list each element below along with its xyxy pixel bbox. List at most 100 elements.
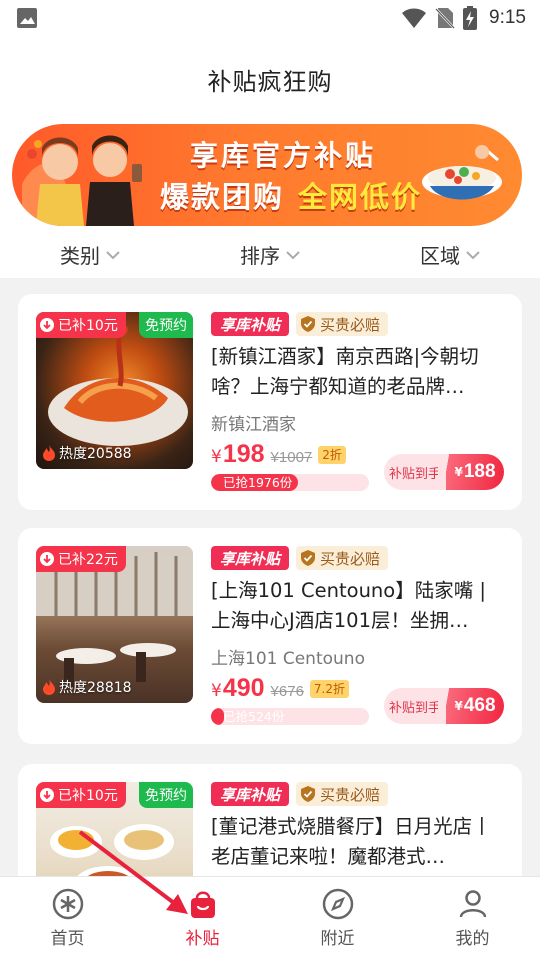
filter-region-label: 区域 [420,243,460,268]
subsidy-bag-icon [190,891,215,918]
gallery-notification-icon [17,8,37,28]
price-row: ¥ 198 ¥1007 2折 [211,440,346,469]
down-arrow-icon [40,318,54,332]
down-arrow-icon [40,788,54,802]
filter-bar: 类别 排序 区域 [0,230,540,278]
banner-container: 享库官方补贴 爆款团购 全网低价 [0,122,540,230]
banner-illustration-icon [22,135,142,226]
booking-tag: 免预约 [139,312,193,338]
brand-badge: 享库补贴 [211,546,289,570]
currency-symbol: ¥ [454,699,463,713]
guarantee-label: 买贵必赔 [320,785,381,804]
filter-region[interactable]: 区域 [360,230,540,278]
buy-button-label: 补贴到手 [384,454,446,490]
buy-button-label: 补贴到手 [384,688,446,724]
nav-profile-label: 我的 [455,929,490,949]
chevron-down-icon [106,251,120,260]
brand-badge: 享库补贴 [211,312,289,336]
currency-symbol: ¥ [211,681,222,701]
deal-card[interactable]: 已补10元 免预约 热度20588 享库补贴 买贵必赔 [新镇江酒家】南京西路|… [18,294,522,510]
guarantee-badge: 买贵必赔 [296,546,389,570]
discount-badge: 2折 [318,445,346,464]
deal-title: [董记港式烧腊餐厅】日月光店丨老店董记来啦！魔都港式… [211,815,492,868]
subsidy-tag: 已补22元 [36,546,126,572]
deal-title: [上海101 Centouno】陆家嘴 | 上海中心J酒店101层！坐拥… [211,579,486,632]
buy-button-price: ¥188 [438,454,504,490]
profile-icon [459,890,486,918]
compass-icon [322,888,353,920]
banner-headline: 享库官方补贴 [190,139,377,172]
filter-sort-label: 排序 [240,243,280,268]
deal-image: 已补10元 免预约 热度20588 [36,312,193,469]
subsidy-tag-label: 已补10元 [58,788,118,804]
banner-highlight: 全网低价 [298,180,423,214]
shop-name: 上海101 Centouno [211,649,365,669]
deal-price: 490 [222,674,265,702]
nav-nearby-label: 附近 [320,929,355,949]
currency-symbol: ¥ [454,465,463,479]
subsidy-tag-label: 已补22元 [58,552,118,568]
price-row: ¥ 490 ¥676 7.2折 [211,674,350,703]
shield-check-icon [301,786,315,802]
currency-symbol: ¥ [211,447,222,467]
nav-subsidy-label: 补贴 [185,929,220,949]
heat-value: 热度28818 [59,680,132,696]
wifi-icon [402,8,427,28]
guarantee-label: 买贵必赔 [320,549,381,568]
sold-count: 已抢524份 [223,709,285,724]
deal-image: 已补22元 热度28818 [36,546,193,703]
food-bowl-icon [422,145,502,200]
filter-category[interactable]: 类别 [0,230,180,278]
flame-icon [43,679,55,695]
booking-tag: 免预约 [139,782,193,808]
buy-button-price: ¥468 [438,688,504,724]
battery-charging-icon [463,6,478,30]
discount-badge: 7.2折 [309,679,350,698]
original-price: ¥676 [270,683,304,700]
nav-nearby[interactable]: 附近 [270,877,405,960]
status-bar: 9:15 [0,0,540,36]
bottom-nav: 首页 补贴 附近 我的 [0,876,540,960]
subsidy-tag-label: 已补10元 [58,318,118,334]
banner-subheadline: 爆款团购 全网低价 [160,174,422,216]
filter-sort[interactable]: 排序 [180,230,360,278]
heat-indicator: 热度20588 [42,443,132,463]
home-icon [52,888,83,920]
final-price: 188 [463,461,496,482]
heat-indicator: 热度28818 [42,677,132,697]
page-header: 补贴疯狂购 [0,36,540,122]
guarantee-badge: 买贵必赔 [296,782,389,806]
deal-card[interactable]: 已补22元 热度28818 享库补贴 买贵必赔 [上海101 Centouno】… [18,528,522,744]
page-title: 补贴疯狂购 [207,67,333,96]
nav-home[interactable]: 首页 [0,877,135,960]
chevron-down-icon [286,251,300,260]
sold-progress-fill [211,708,224,725]
nav-profile[interactable]: 我的 [405,877,540,960]
shield-check-icon [301,316,315,332]
shop-name: 新镇江酒家 [211,415,296,435]
sold-progress: 已抢1976份 [211,474,369,491]
final-price: 468 [463,695,496,716]
status-time: 9:15 [489,7,526,28]
brand-badge: 享库补贴 [211,782,289,806]
deal-price: 198 [222,440,265,468]
shield-check-icon [301,550,315,566]
down-arrow-icon [40,552,54,566]
subsidy-tag: 已补10元 [36,782,126,808]
promo-banner[interactable]: 享库官方补贴 爆款团购 全网低价 [12,124,522,226]
sold-progress: 已抢524份 [211,708,369,725]
buy-button[interactable]: 补贴到手 ¥468 [384,688,504,724]
filter-category-label: 类别 [60,243,100,268]
nav-subsidy[interactable]: 补贴 [135,877,270,960]
heat-value: 热度20588 [59,446,132,462]
deal-title: [新镇江酒家】南京西路|今朝切啥？上海宁都知道的老品牌… [211,345,479,398]
buy-button[interactable]: 补贴到手 ¥188 [384,454,504,490]
guarantee-label: 买贵必赔 [320,315,381,334]
chevron-down-icon [466,251,480,260]
guarantee-badge: 买贵必赔 [296,312,389,336]
subsidy-tag: 已补10元 [36,312,126,338]
banner-text: 爆款团购 [160,180,285,214]
original-price: ¥1007 [270,449,313,466]
flame-icon [43,445,55,461]
sold-count: 已抢1976份 [223,475,293,490]
